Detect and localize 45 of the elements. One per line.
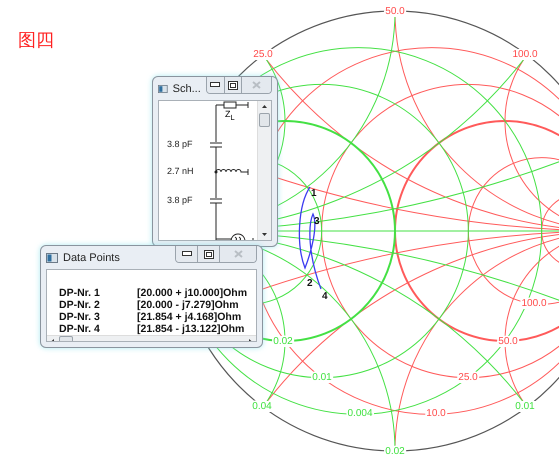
row-value: [20.000 - j7.279]Ohm: [137, 299, 240, 311]
window-icon: [46, 252, 58, 262]
vertical-scrollbar[interactable]: [257, 101, 271, 240]
window-title: Data Points: [63, 252, 121, 264]
close-icon: [234, 250, 242, 258]
component-value: 3.8 pF: [167, 195, 193, 205]
chart-label: 0.04: [252, 401, 272, 412]
row-label: DP-Nr. 2: [59, 299, 101, 311]
minimize-button[interactable]: [176, 246, 198, 262]
component-value: 2.7 nH: [167, 166, 194, 176]
point-label: 4: [322, 291, 328, 302]
component-value: 3.8 pF: [167, 139, 193, 149]
point-label: 2: [307, 278, 313, 289]
row-value: [20.000 + j10.000]Ohm: [137, 287, 248, 299]
chart-label: 100.0: [521, 298, 547, 309]
load-label: Z$_{L}$: [225, 110, 235, 122]
chart-label: 100.0: [512, 49, 538, 60]
chart-label: 50.0: [385, 6, 405, 17]
chart-label: 25.0: [253, 49, 273, 60]
chart-label: 50.0: [498, 336, 518, 347]
row-value: [21.854 - j13.122]Ohm: [137, 323, 246, 335]
window-title: Sch...: [172, 82, 201, 94]
chart-label: 0.01: [312, 372, 332, 383]
maximize-button[interactable]: [198, 246, 220, 262]
chart-label: 0.01: [515, 401, 535, 412]
maximize-button[interactable]: [224, 77, 242, 93]
chart-label: 10.0: [426, 408, 446, 419]
chart-label: 0.004: [347, 408, 373, 419]
window-icon: [158, 84, 168, 94]
minimize-icon: [210, 82, 220, 88]
figure-caption: 图四: [18, 32, 54, 50]
point-label: 1: [311, 188, 317, 199]
minimize-button[interactable]: [206, 77, 225, 93]
close-icon: [252, 81, 262, 89]
chart-label: 25.0: [458, 372, 478, 383]
row-value: [21.854 + j4.168]Ohm: [137, 311, 242, 323]
chart-label: 0.02: [273, 336, 293, 347]
chart-label: 0.02: [385, 446, 405, 457]
row-label: DP-Nr. 1: [59, 287, 101, 299]
row-label: DP-Nr. 4: [59, 323, 101, 335]
scroll-thumb[interactable]: [259, 113, 270, 127]
maximize-icon: [228, 80, 238, 90]
maximize-icon: [204, 250, 214, 258]
minimize-icon: [182, 251, 192, 257]
row-label: DP-Nr. 3: [59, 311, 101, 323]
